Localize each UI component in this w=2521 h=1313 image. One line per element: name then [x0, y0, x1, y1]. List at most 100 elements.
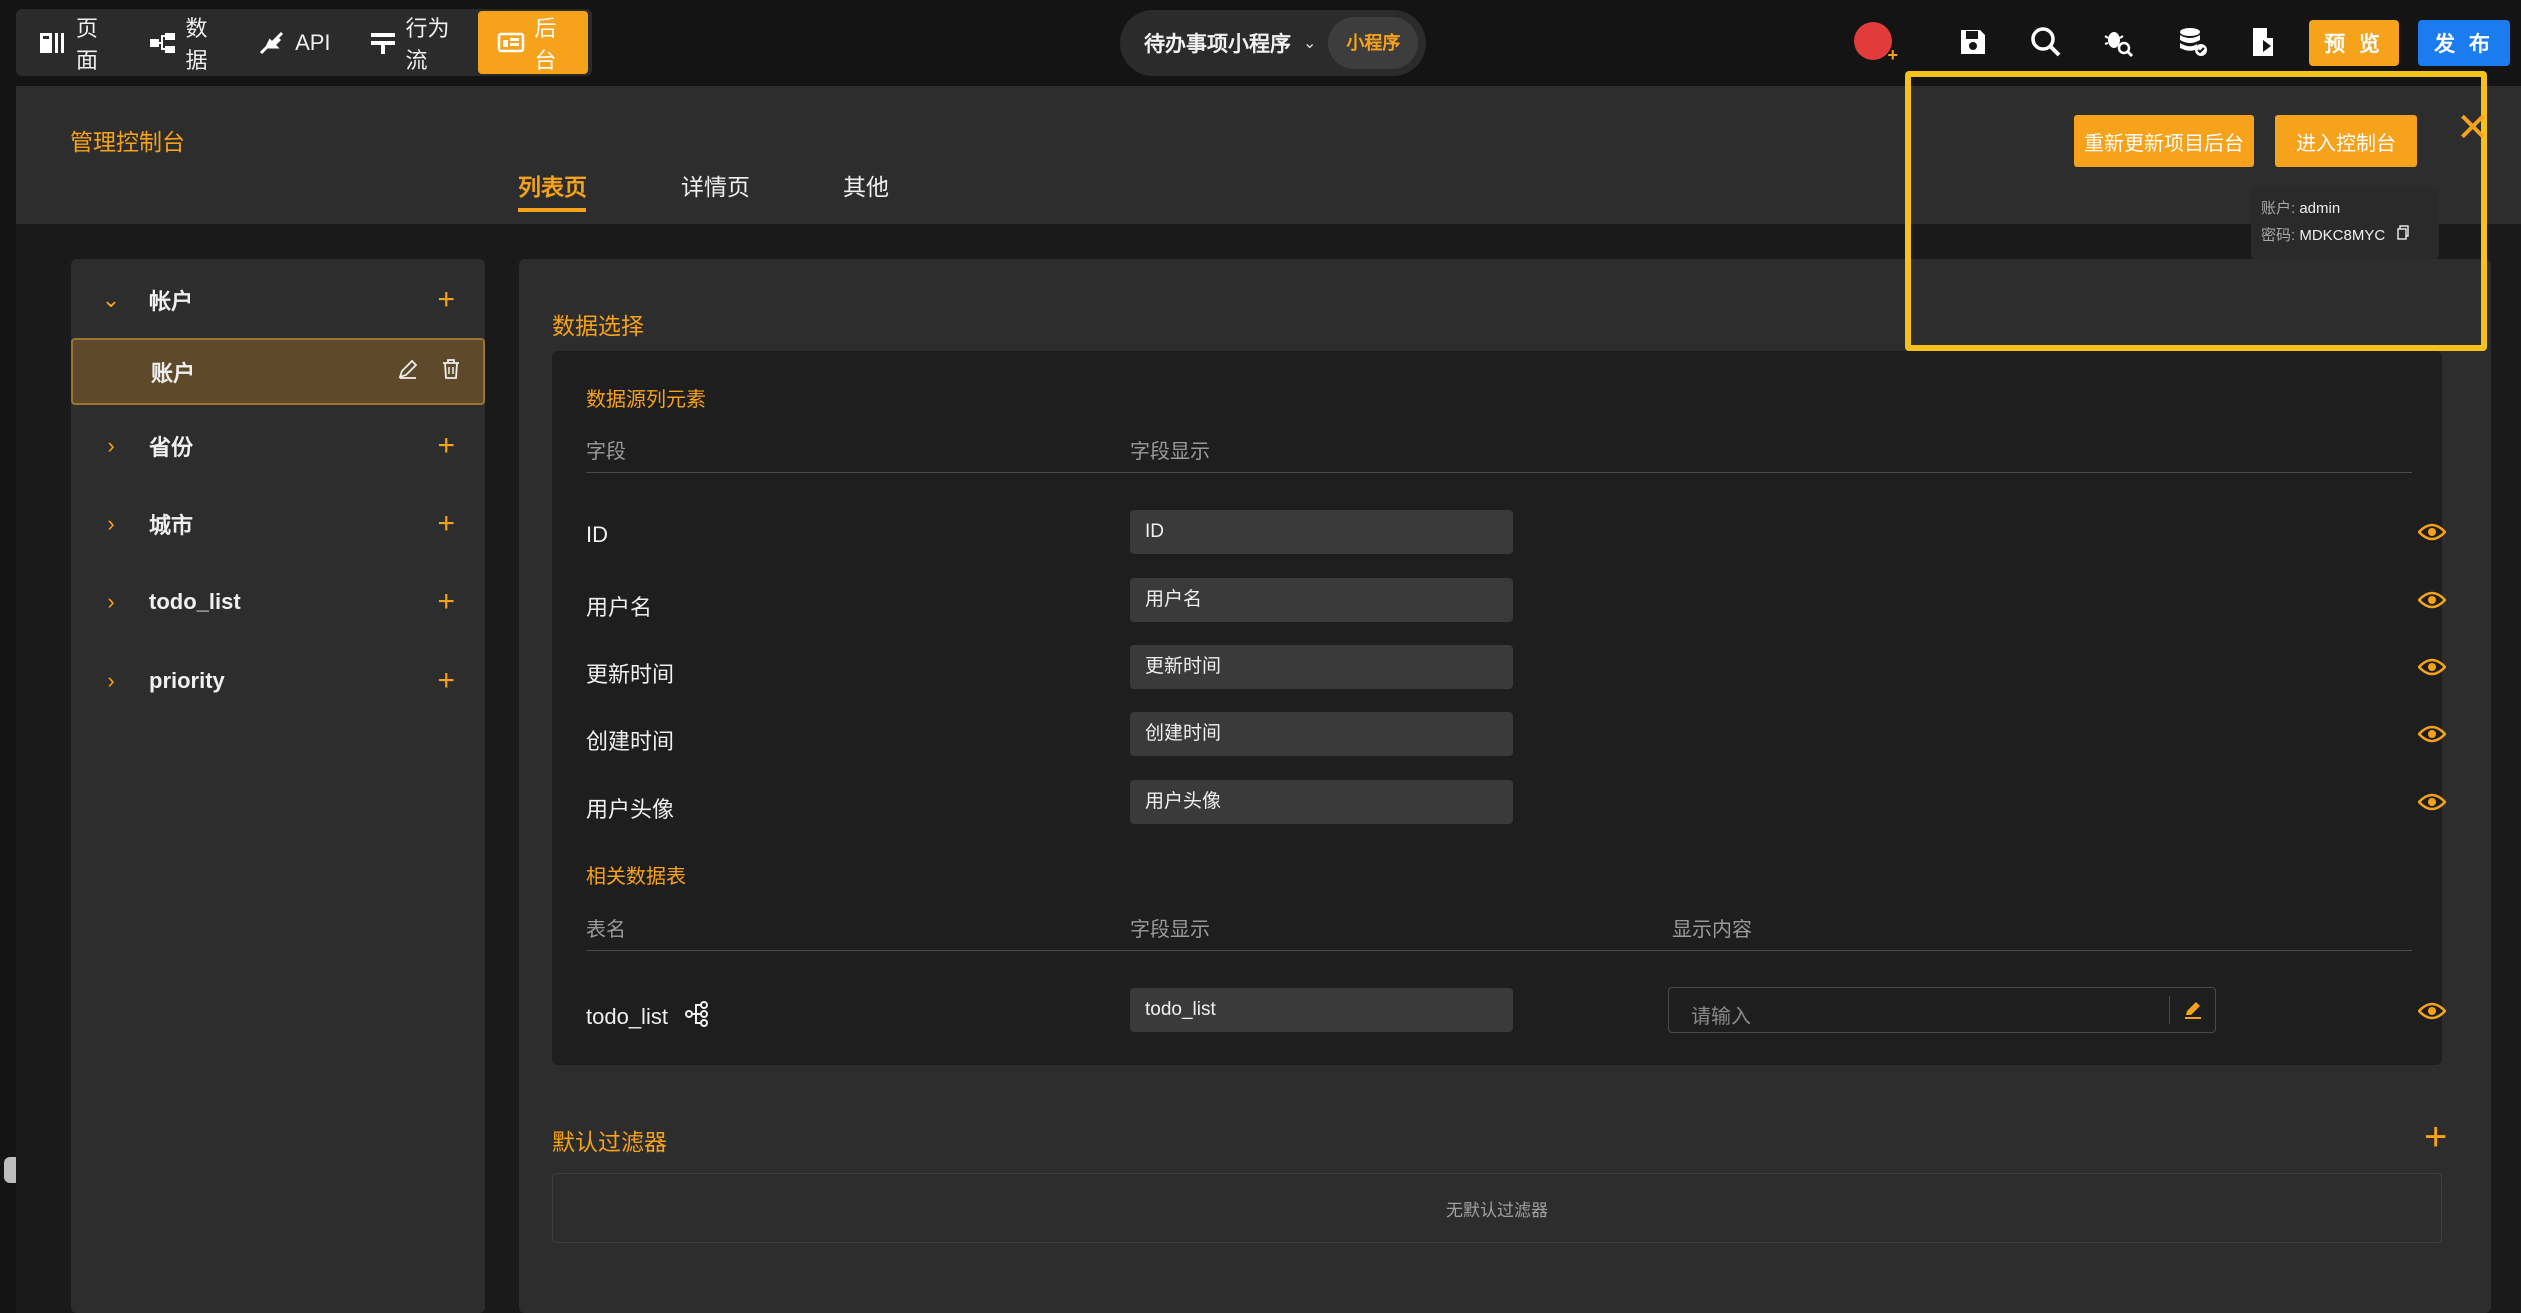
sidebar-item-label: 账户 — [151, 360, 196, 386]
database-check-icon[interactable] — [2175, 24, 2211, 60]
relation-icon[interactable] — [684, 1000, 712, 1034]
tab-list-page[interactable]: 列表页 — [518, 168, 587, 202]
close-icon[interactable]: ✕ — [2456, 108, 2490, 148]
related-display-input[interactable]: todo_list — [1130, 988, 1513, 1032]
page-title: 管理控制台 — [70, 129, 185, 155]
eye-icon[interactable] — [2418, 1001, 2446, 1021]
eye-icon[interactable] — [2418, 590, 2446, 610]
tab-detail-page[interactable]: 详情页 — [681, 168, 750, 202]
nav-flow-label: 行为流 — [405, 15, 450, 73]
sidebar-item-account[interactable]: 账户 — [71, 338, 485, 405]
field-display-input[interactable]: 更新时间 — [1130, 645, 1513, 689]
sidebar-item-label: priority — [149, 668, 225, 693]
sidebar-item-label: 帐户 — [149, 289, 194, 314]
sidebar-item-province[interactable]: › 省份 + — [71, 416, 485, 476]
display-content-placeholder: 请输入 — [1691, 1006, 1751, 1028]
account-key: 账户: — [2261, 200, 2296, 217]
field-display-input[interactable]: 创建时间 — [1130, 712, 1513, 756]
column-header-content: 显示内容 — [1672, 919, 1752, 941]
add-icon[interactable]: + — [437, 429, 455, 463]
project-selector[interactable]: 待办事项小程序 ⌄ 小程序 — [1120, 10, 1426, 76]
chevron-right-icon[interactable]: › — [101, 589, 121, 615]
preview-button[interactable]: 预 览 — [2309, 20, 2399, 66]
edit-icon[interactable] — [397, 358, 419, 386]
eye-icon[interactable] — [2418, 657, 2446, 677]
add-filter-icon[interactable]: + — [2424, 1115, 2447, 1160]
tab-other[interactable]: 其他 — [843, 168, 889, 202]
add-icon[interactable]: + — [437, 507, 455, 541]
nav-api-label: API — [295, 29, 331, 55]
nav-page-label: 页面 — [76, 15, 99, 73]
data-select-title: 数据选择 — [552, 313, 644, 339]
top-nav: 页面 数据 API 行为流 后台 — [16, 9, 592, 76]
sidebar-item-label: 城市 — [149, 513, 194, 538]
chevron-down-icon[interactable]: ⌄ — [101, 287, 121, 313]
add-icon[interactable]: + — [437, 283, 455, 317]
copy-icon[interactable] — [2397, 225, 2410, 244]
nav-data-label: 数据 — [185, 15, 208, 73]
field-label: 更新时间 — [586, 662, 675, 687]
nav-data[interactable]: 数据 — [130, 9, 240, 76]
field-display-input[interactable]: ID — [1130, 510, 1513, 554]
column-header-display: 字段显示 — [1130, 919, 1210, 941]
sidebar-item-city[interactable]: › 城市 + — [71, 494, 485, 554]
api-icon — [258, 29, 286, 57]
field-label: ID — [586, 522, 608, 547]
publish-button[interactable]: 发 布 — [2418, 20, 2510, 66]
save-icon[interactable] — [1955, 24, 1991, 60]
sidebar-item-priority[interactable]: › priority + — [71, 651, 485, 711]
column-header-field: 字段 — [586, 441, 626, 463]
content-panel: 数据选择 数据源列元素 字段 字段显示 ID ID 用户名 用户名 更新时间 更… — [519, 259, 2491, 1313]
sidebar-item-label: todo_list — [149, 589, 241, 614]
source-columns-title: 数据源列元素 — [586, 389, 706, 411]
account-value: admin — [2299, 200, 2341, 217]
avatar[interactable]: + — [1854, 22, 1898, 65]
divider — [586, 950, 2412, 951]
backend-icon — [497, 29, 525, 57]
related-table-row: todo_list — [586, 1000, 712, 1034]
field-label: 创建时间 — [586, 729, 675, 754]
column-header-display: 字段显示 — [1130, 441, 1210, 463]
delete-icon[interactable] — [441, 358, 461, 386]
data-select-card: 数据源列元素 字段 字段显示 ID ID 用户名 用户名 更新时间 更新时间 创… — [552, 351, 2446, 1065]
export-icon[interactable] — [2246, 24, 2282, 60]
eye-icon[interactable] — [2418, 792, 2446, 812]
enter-console-button[interactable]: 进入控制台 — [2275, 115, 2417, 167]
add-icon[interactable]: + — [437, 585, 455, 619]
console-access-popup: 重新更新项目后台 进入控制台 账户: admin 密码: MDKC8MYC — [1905, 71, 2487, 351]
side-handle[interactable] — [4, 1157, 16, 1183]
add-icon[interactable]: + — [437, 664, 455, 698]
nav-page[interactable]: 页面 — [20, 9, 130, 76]
field-display-input[interactable]: 用户头像 — [1130, 780, 1513, 824]
divider — [586, 472, 2412, 473]
chevron-right-icon[interactable]: › — [101, 668, 121, 694]
update-backend-button[interactable]: 重新更新项目后台 — [2074, 115, 2254, 167]
sidebar-item-todo-list[interactable]: › todo_list + — [71, 572, 485, 632]
data-icon — [149, 29, 177, 57]
related-table-name: todo_list — [586, 1004, 668, 1029]
flow-icon — [369, 29, 397, 57]
display-content-input[interactable]: 请输入 — [1668, 987, 2216, 1033]
filter-empty-text: 无默认过滤器 — [1446, 1200, 1548, 1220]
chevron-right-icon[interactable]: › — [101, 511, 121, 537]
related-tables-title: 相关数据表 — [586, 866, 686, 888]
sidebar-item-account-group[interactable]: ⌄ 帐户 + — [71, 270, 485, 330]
project-name: 待办事项小程序 — [1144, 33, 1291, 56]
nav-flow[interactable]: 行为流 — [350, 9, 479, 76]
table-sidebar: ⌄ 帐户 + 账户 › 省份 + › 城市 + › todo_list + › … — [71, 259, 485, 1313]
chevron-down-icon: ⌄ — [1303, 35, 1317, 52]
nav-backend-label: 后台 — [534, 15, 557, 73]
nav-backend[interactable]: 后台 — [478, 11, 589, 74]
eye-icon[interactable] — [2418, 522, 2446, 542]
debug-search-icon[interactable] — [2100, 24, 2136, 60]
nav-api[interactable]: API — [239, 9, 349, 76]
search-icon[interactable] — [2028, 24, 2064, 60]
page-icon — [39, 29, 67, 57]
column-header-table: 表名 — [586, 919, 626, 941]
pen-icon[interactable] — [2169, 996, 2215, 1024]
default-filter-title: 默认过滤器 — [552, 1129, 667, 1155]
chevron-right-icon[interactable]: › — [101, 433, 121, 459]
field-display-input[interactable]: 用户名 — [1130, 578, 1513, 622]
eye-icon[interactable] — [2418, 724, 2446, 744]
filter-empty-state: 无默认过滤器 — [552, 1173, 2442, 1243]
